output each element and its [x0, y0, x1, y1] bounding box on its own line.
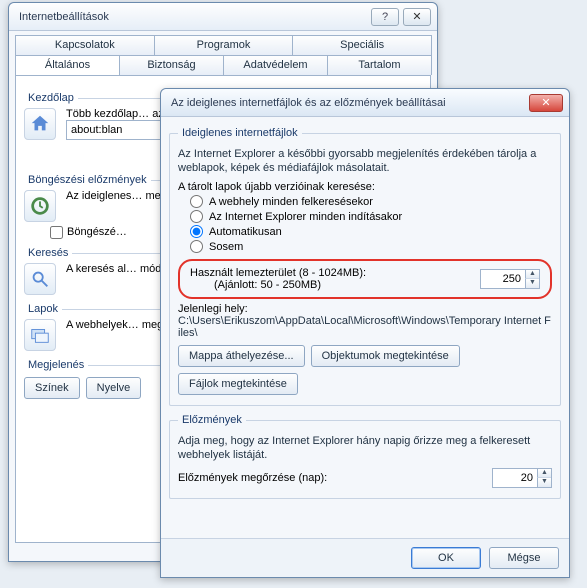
- history-days-spinner[interactable]: ▲ ▼: [492, 468, 552, 488]
- colors-button[interactable]: Színek: [24, 377, 80, 399]
- radio-automatic[interactable]: [190, 225, 203, 238]
- dialog-content: Ideiglenes internetfájlok Az Internet Ex…: [161, 117, 569, 515]
- tab-privacy[interactable]: Adatvédelem: [223, 55, 328, 75]
- group-search-label: Keresés: [24, 247, 72, 259]
- disk-space-input[interactable]: [481, 270, 525, 288]
- temp-files-settings-window: Az ideiglenes internetfájlok és az előzm…: [160, 88, 570, 578]
- close-icon: ✕: [541, 96, 550, 109]
- history-days-label: Előzmények megőrzése (nap):: [178, 472, 482, 484]
- group-history: Előzmények Adja meg, hogy az Internet Ex…: [169, 414, 561, 499]
- history-days-input[interactable]: [493, 469, 537, 487]
- tabs-icon: [24, 319, 56, 351]
- group-history-label: Előzmények: [178, 414, 246, 426]
- spin-down-icon[interactable]: ▼: [525, 279, 539, 288]
- history-delete-checkbox[interactable]: [50, 226, 63, 239]
- group-history-label: Böngészési előzmények: [24, 174, 151, 186]
- group-temp-files-label: Ideiglenes internetfájlok: [178, 127, 302, 139]
- group-homepage-label: Kezdőlap: [24, 92, 78, 104]
- radio-every-start-label: Az Internet Explorer minden indításakor: [209, 211, 402, 223]
- temp-desc: Az Internet Explorer a későbbi gyorsabb …: [178, 147, 552, 175]
- disk-space-highlight: Használt lemezterület (8 - 1024MB): (Ajá…: [178, 259, 552, 299]
- history-icon: [24, 190, 56, 222]
- ok-button[interactable]: OK: [411, 547, 481, 569]
- group-appearance-label: Megjelenés: [24, 359, 88, 371]
- dialog-button-bar: OK Mégse: [161, 538, 569, 577]
- disk-space-label: Használt lemezterület (8 - 1024MB):: [190, 267, 472, 279]
- close-button[interactable]: ✕: [403, 8, 431, 26]
- group-temp-files: Ideiglenes internetfájlok Az Internet Ex…: [169, 127, 561, 406]
- radio-never[interactable]: [190, 240, 203, 253]
- close-button[interactable]: ✕: [529, 94, 563, 112]
- help-icon: ?: [382, 11, 388, 23]
- home-icon: [24, 108, 56, 140]
- tab-general[interactable]: Általános: [15, 55, 120, 75]
- group-tabs-label: Lapok: [24, 303, 62, 315]
- languages-button[interactable]: Nyelve: [86, 377, 142, 399]
- radio-automatic-label: Automatikusan: [209, 226, 282, 238]
- cancel-button[interactable]: Mégse: [489, 547, 559, 569]
- view-files-button[interactable]: Fájlok megtekintése: [178, 373, 298, 395]
- history-desc: Adja meg, hogy az Internet Explorer hány…: [178, 434, 552, 462]
- spin-up-icon[interactable]: ▲: [537, 469, 551, 478]
- tab-security[interactable]: Biztonság: [119, 55, 224, 75]
- disk-space-spinner[interactable]: ▲ ▼: [480, 269, 540, 289]
- tab-programs[interactable]: Programok: [154, 35, 294, 55]
- radio-never-label: Sosem: [209, 241, 243, 253]
- move-folder-button[interactable]: Mappa áthelyezése...: [178, 345, 305, 367]
- help-button[interactable]: ?: [371, 8, 399, 26]
- tabs-row-1: Kapcsolatok Programok Speciális: [9, 31, 437, 55]
- current-location-label: Jelenlegi hely:: [178, 303, 552, 315]
- tab-connections[interactable]: Kapcsolatok: [15, 35, 155, 55]
- check-versions-label: A tárolt lapok újabb verzióinak keresése…: [178, 181, 552, 193]
- tab-content[interactable]: Tartalom: [327, 55, 432, 75]
- radio-every-visit-label: A webhely minden felkeresésekor: [209, 196, 373, 208]
- history-delete-label: Böngészé…: [67, 226, 127, 238]
- titlebar: Az ideiglenes internetfájlok és az előzm…: [161, 89, 569, 117]
- window-title: Internetbeállítások: [19, 11, 367, 23]
- current-location-path: C:\Users\Erikuszom\AppData\Local\Microso…: [178, 315, 552, 339]
- titlebar: Internetbeállítások ? ✕: [9, 3, 437, 31]
- radio-every-visit[interactable]: [190, 195, 203, 208]
- search-icon: [24, 263, 56, 295]
- tab-advanced[interactable]: Speciális: [292, 35, 432, 55]
- tabs-row-2: Általános Biztonság Adatvédelem Tartalom: [9, 55, 437, 75]
- disk-space-reco: (Ajánlott: 50 - 250MB): [190, 279, 472, 291]
- window-title: Az ideiglenes internetfájlok és az előzm…: [171, 97, 525, 109]
- spin-up-icon[interactable]: ▲: [525, 270, 539, 279]
- view-objects-button[interactable]: Objektumok megtekintése: [311, 345, 460, 367]
- radio-every-start[interactable]: [190, 210, 203, 223]
- spin-down-icon[interactable]: ▼: [537, 478, 551, 487]
- close-icon: ✕: [412, 10, 421, 23]
